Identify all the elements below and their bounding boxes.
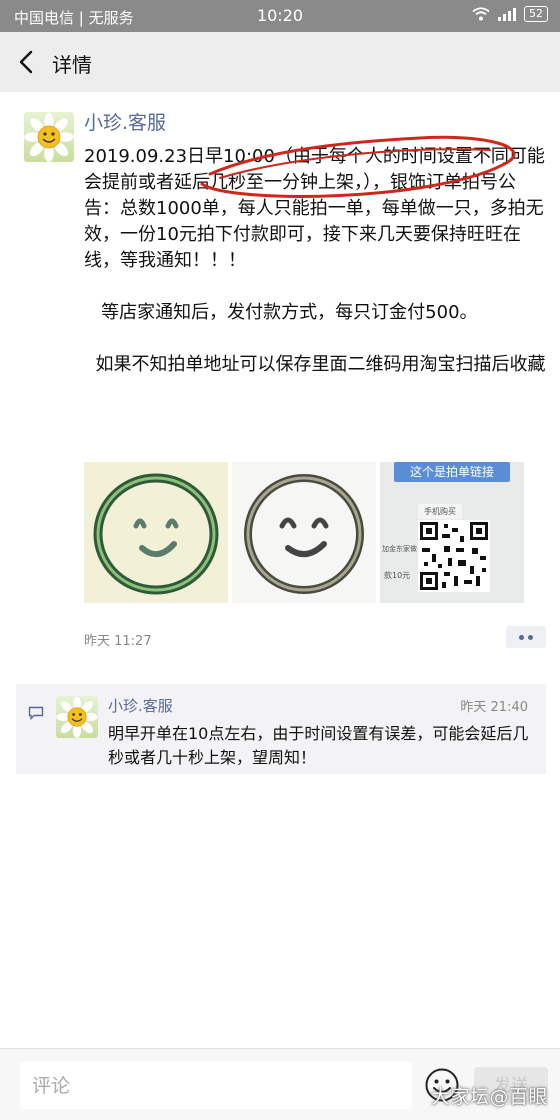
dot-icon: [528, 634, 533, 640]
post-paragraph: 等店家通知后，发付款方式，每只订金付500。: [84, 302, 478, 323]
author-name[interactable]: 小珍.客服: [84, 108, 166, 135]
commenter-avatar[interactable]: [56, 696, 98, 738]
smiley-flower-icon: [24, 112, 74, 162]
post-image[interactable]: 这个是拍单链接 手机购买 加金东家做 款10元: [380, 462, 524, 603]
status-bar: 中国电信 | 无服务 10:20 52: [0, 0, 560, 32]
image-grid: 这个是拍单链接 手机购买 加金东家做 款10元: [84, 462, 524, 603]
more-options-button[interactable]: [506, 626, 546, 648]
image-side-text: 加金东家做: [382, 545, 417, 553]
smiley-ring-image: [244, 474, 364, 594]
smiley-flower-icon: [56, 696, 98, 738]
qr-code-icon: [418, 520, 490, 592]
comment-section: 小珍.客服 昨天 21:40 明早开单在10点左右，由于时间设置有误差，可能会延…: [16, 684, 546, 774]
commenter-name[interactable]: 小珍.客服: [108, 695, 173, 716]
back-arrow-icon[interactable]: [14, 48, 40, 76]
comment-time: 昨天 21:40: [460, 700, 528, 715]
avatar[interactable]: [24, 112, 74, 162]
post-time: 昨天 11:27: [84, 634, 152, 649]
dot-icon: [519, 634, 524, 640]
comment-text[interactable]: 明早开单在10点左右，由于时间设置有误差，可能会延后几秒或者几十秒上架，望周知！: [108, 722, 530, 770]
image-caption: 这个是拍单链接: [394, 462, 510, 482]
post-image[interactable]: [84, 462, 228, 603]
post-image[interactable]: [232, 462, 376, 603]
battery-icon: 52: [524, 6, 548, 22]
page-title: 详情: [52, 53, 92, 77]
smiley-ring-image: [93, 473, 219, 595]
comment-input[interactable]: 评论: [20, 1061, 412, 1109]
moment-post: 小珍.客服 2019.09.23日早10:00（由于每个人的时间设置不同可能会提…: [0, 92, 560, 1092]
post-paragraph: 如果不知拍单地址可以保存里面二维码用淘宝扫描后收藏: [84, 354, 546, 375]
nav-bar: 详情: [0, 32, 560, 92]
watermark-text: 大家坛@百眼: [430, 1086, 548, 1108]
signal-icon: [498, 7, 516, 21]
image-button-text: 手机购买: [418, 504, 462, 519]
post-paragraph: 2019.09.23日早10:00（由于每个人的时间设置不同可能会提前或者延后几…: [84, 146, 545, 271]
wifi-icon: [472, 7, 490, 21]
image-side-text: 款10元: [384, 571, 411, 580]
comment-icon: [28, 706, 44, 720]
post-text: 2019.09.23日早10:00（由于每个人的时间设置不同可能会提前或者延后几…: [84, 144, 550, 404]
status-icons: 52: [472, 6, 548, 22]
